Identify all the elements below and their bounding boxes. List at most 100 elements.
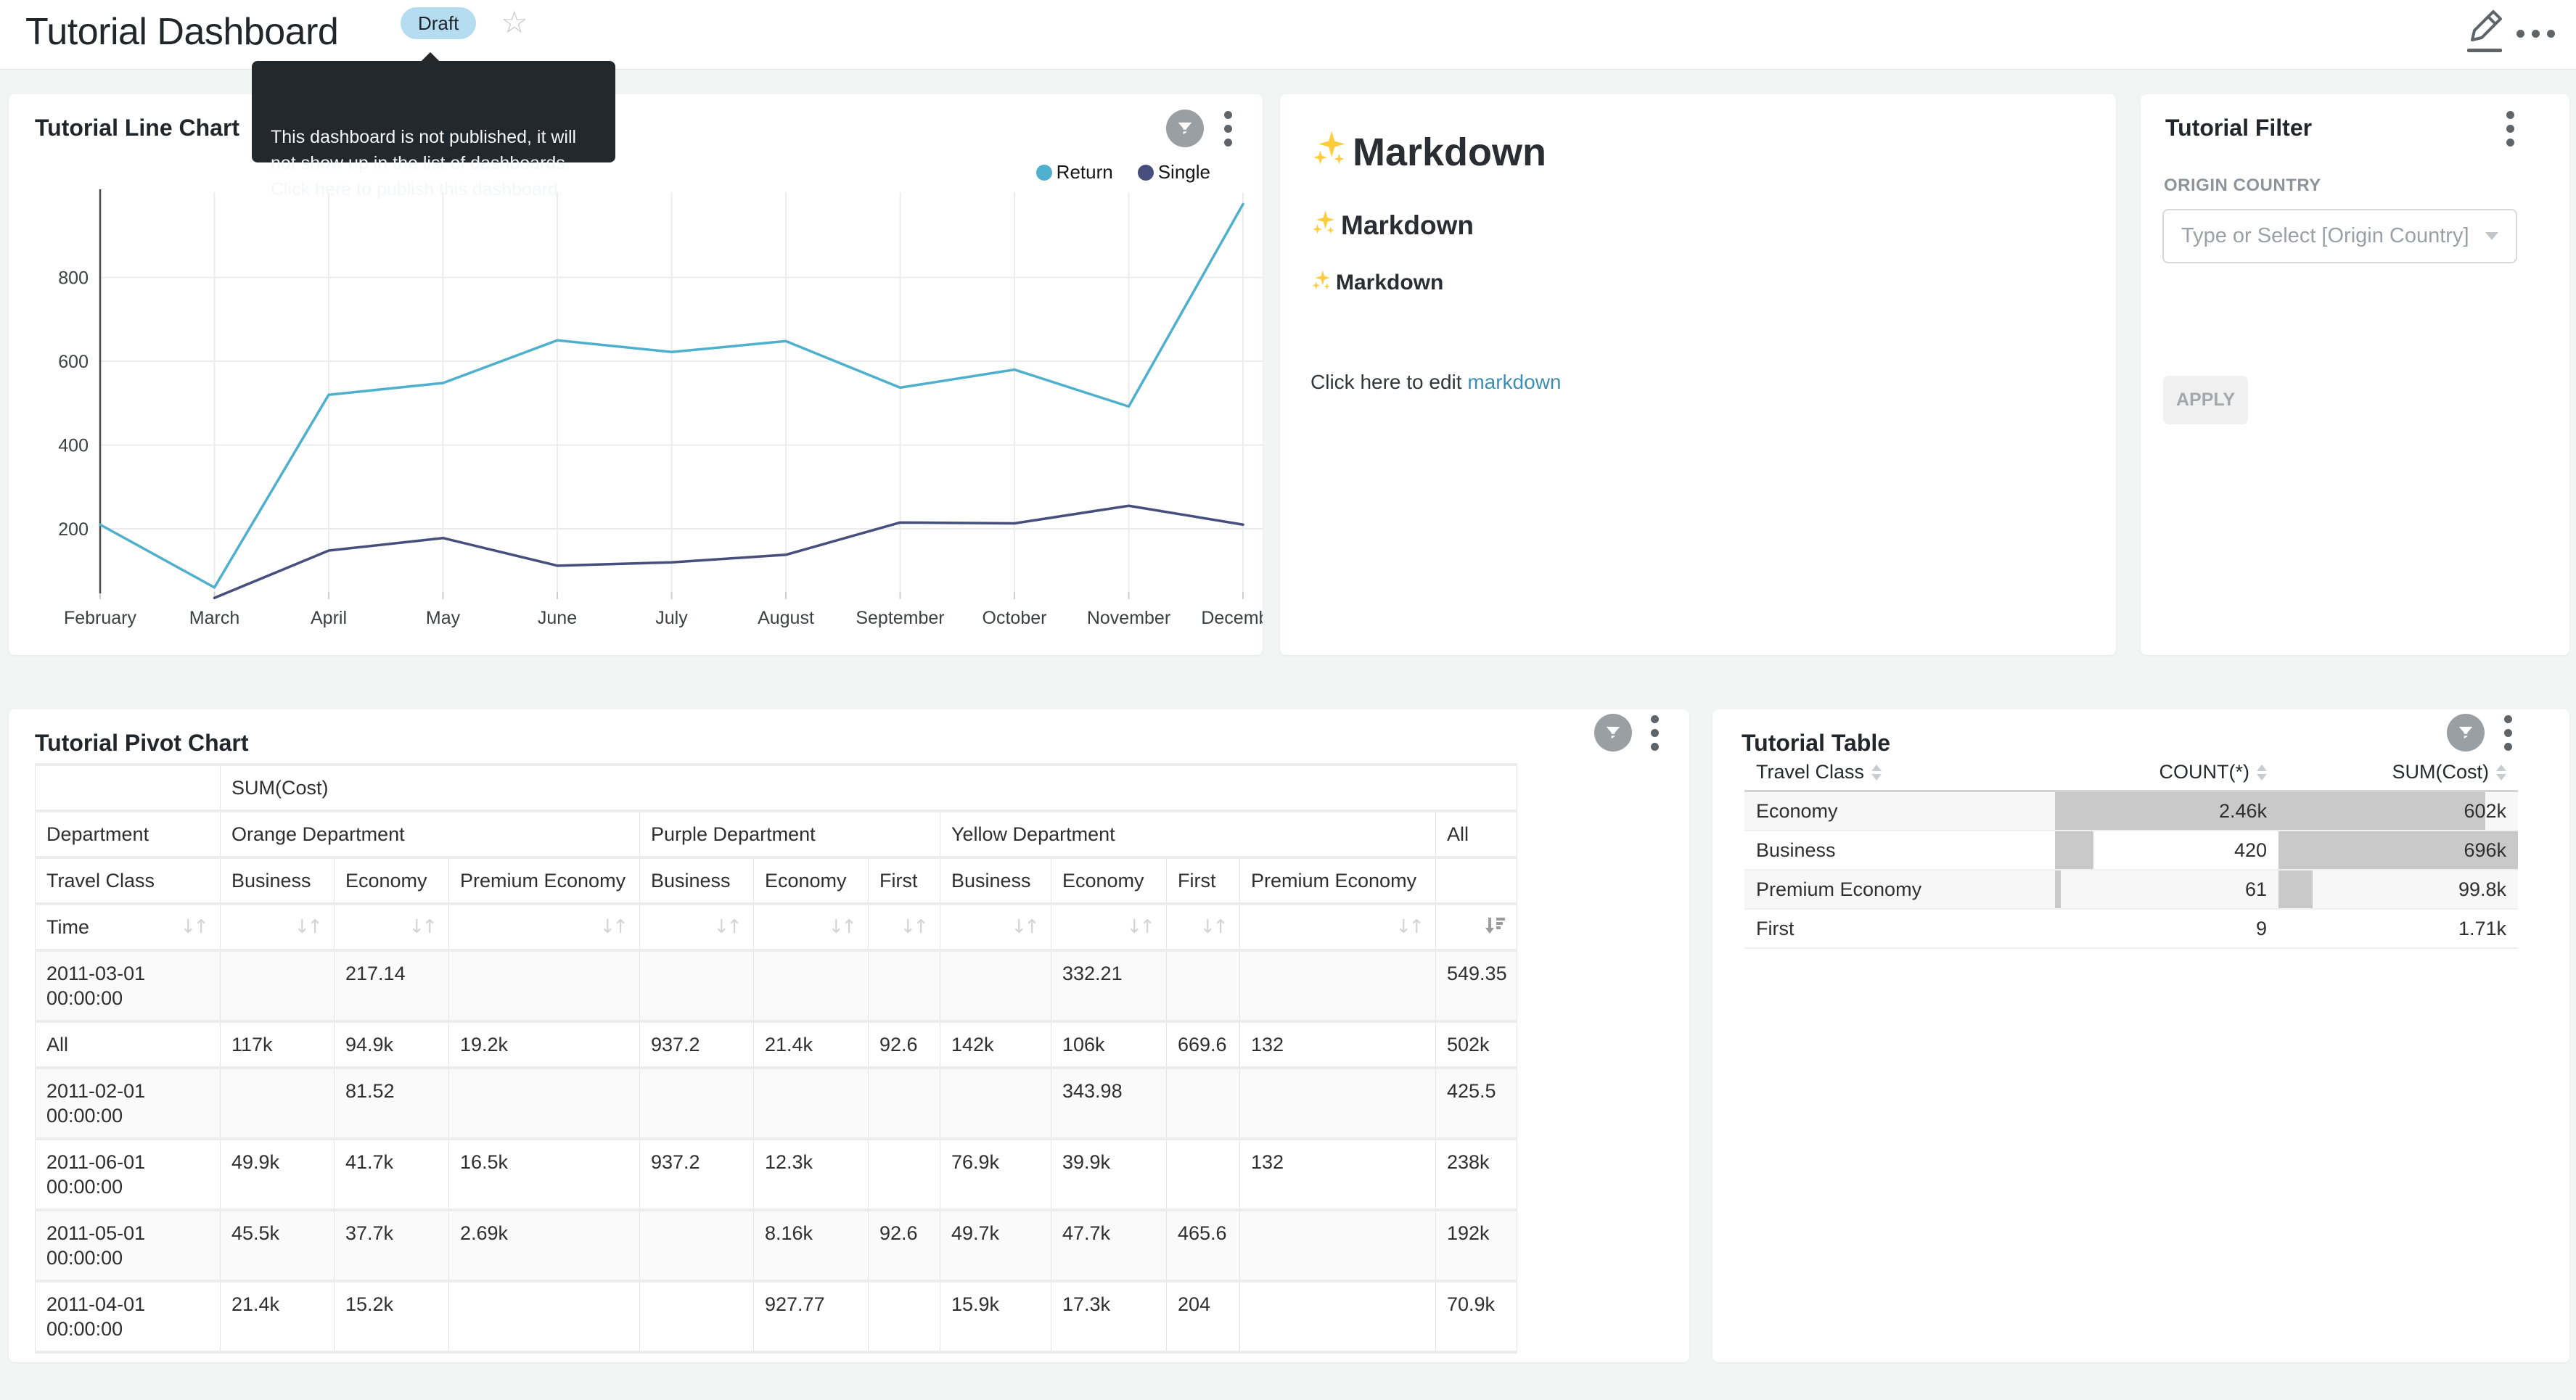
pivot-department-group-header: Orange Department (221, 811, 640, 857)
series-line-single[interactable] (215, 506, 1244, 598)
pivot-class-header: Premium Economy (1240, 857, 1436, 904)
pivot-row-key: 2011-06-01 00:00:00 (36, 1139, 221, 1210)
select-placeholder: Type or Select [Origin Country] (2181, 224, 2485, 248)
cell-value: Economy (1756, 800, 1838, 823)
sum-cell: 696k (2278, 831, 2518, 869)
pivot-data-row: 2011-03-01 00:00:00217.14332.21549.35 (36, 950, 1517, 1021)
pivot-value-cell: 15.2k (335, 1281, 449, 1352)
markdown-card[interactable]: Markdown Markdown Markdown Click here to… (1280, 94, 2116, 655)
pivot-department-label: Department (36, 811, 221, 857)
markdown-edit-link[interactable]: markdown (1467, 371, 1561, 393)
line-chart-plot[interactable]: 200400600800FebruaryMarchAprilMayJuneJul… (9, 94, 1263, 655)
x-axis-tick-label: May (426, 608, 461, 628)
sort-icon[interactable]: ↓↑ (1395, 915, 1424, 939)
sort-icon[interactable]: ↓↑ (828, 915, 857, 939)
sort-icon[interactable]: ↓↑ (900, 915, 929, 939)
pivot-sort-cell: ↓↑ (940, 904, 1051, 950)
cell-bar (2278, 870, 2313, 908)
travel-class-cell: Business (1744, 831, 2055, 869)
pivot-row-key: 2011-05-01 00:00:00 (36, 1210, 221, 1281)
pivot-class-header: Economy (754, 857, 869, 904)
chart-kebab-menu-icon[interactable] (1650, 712, 1659, 753)
filter-indicator-icon[interactable] (2447, 714, 2485, 752)
pivot-travel-class-label: Travel Class (36, 857, 221, 904)
cell-value: 61 (2245, 878, 2267, 901)
column-header-sum-cost[interactable]: SUM(Cost) (2278, 761, 2518, 783)
pivot-value-cell (449, 1068, 640, 1139)
pivot-value-cell: 15.9k (940, 1281, 1051, 1352)
filter-card: Tutorial Filter ORIGIN COUNTRY Type or S… (2141, 94, 2569, 655)
pivot-sort-cell: ↓↑ (449, 904, 640, 950)
pivot-department-group-header: All (1436, 811, 1517, 857)
travel-class-cell: First (1744, 910, 2055, 947)
origin-country-select[interactable]: Type or Select [Origin Country] (2162, 209, 2517, 263)
pivot-measure-header: SUM(Cost) (221, 765, 1517, 811)
sparkles-icon (1310, 208, 1338, 242)
x-axis-tick-label: April (311, 608, 347, 628)
pivot-value-cell: 142k (940, 1021, 1051, 1068)
table-row: Economy2.46k602k (1744, 792, 2518, 831)
sort-icon[interactable]: ↓↑ (180, 915, 209, 939)
draft-status-badge[interactable]: Draft (401, 7, 476, 39)
pivot-value-cell: 217.14 (335, 950, 449, 1021)
pivot-table: SUM(Cost)DepartmentOrange DepartmentPurp… (35, 763, 1517, 1354)
apply-button[interactable]: APPLY (2163, 376, 2248, 424)
pivot-value-cell: 132 (1240, 1139, 1436, 1210)
tooltip-text: This dashboard is not published, it will… (271, 127, 576, 199)
pivot-value-cell (449, 950, 640, 1021)
pivot-value-cell: 12.3k (754, 1139, 869, 1210)
pivot-value-cell (1167, 1139, 1240, 1210)
y-axis-tick-label: 600 (58, 352, 89, 372)
pivot-sort-cell: ↓↑ (1240, 904, 1436, 950)
sort-icon[interactable]: ↓↑ (713, 915, 742, 939)
cell-value: 602k (2464, 800, 2506, 823)
app-header: Tutorial Dashboard Draft ☆ (0, 0, 2576, 70)
sort-icon[interactable]: ↓↑ (1126, 915, 1155, 939)
table-header-row: Travel Class COUNT(*) SUM(Cost) (1744, 754, 2518, 792)
y-axis-tick-label: 200 (58, 519, 89, 540)
sort-icon[interactable]: ↓↑ (1199, 915, 1228, 939)
filter-kebab-menu-icon[interactable] (2506, 108, 2514, 149)
count-cell: 9 (2055, 910, 2278, 947)
column-header-count[interactable]: COUNT(*) (2055, 761, 2278, 783)
sum-cell: 602k (2278, 792, 2518, 830)
sort-icon[interactable]: ↓↑ (1011, 915, 1040, 939)
pivot-class-header: Business (221, 857, 335, 904)
pivot-corner-cell (36, 765, 221, 811)
pivot-sort-cell: Time↓↑ (36, 904, 221, 950)
pivot-row-key: 2011-03-01 00:00:00 (36, 950, 221, 1021)
pivot-value-cell (640, 950, 754, 1021)
sort-icon[interactable]: ↓↑ (599, 915, 628, 939)
pivot-value-cell (940, 1068, 1051, 1139)
favorite-star-icon[interactable]: ☆ (501, 4, 528, 40)
pivot-value-cell: 37.7k (335, 1210, 449, 1281)
sparkles-icon (1310, 268, 1333, 297)
pivot-sort-cell (1436, 904, 1517, 950)
pivot-class-header: First (1167, 857, 1240, 904)
edit-dashboard-button[interactable] (2466, 7, 2506, 52)
sort-icon[interactable]: ↓↑ (409, 915, 438, 939)
pivot-value-cell (869, 1139, 940, 1210)
pivot-value-cell (1240, 1281, 1436, 1352)
sort-desc-active-icon[interactable] (1484, 915, 1506, 936)
cell-value: 1.71k (2458, 918, 2506, 940)
pivot-data-row: 2011-06-01 00:00:0049.9k41.7k16.5k937.21… (36, 1139, 1517, 1210)
sort-icon[interactable]: ↓↑ (294, 915, 323, 939)
cell-value: 99.8k (2458, 878, 2506, 901)
markdown-heading-1: Markdown (1310, 128, 2085, 176)
table-body: Economy2.46k602kBusiness420696kPremium E… (1744, 792, 2518, 949)
pivot-class-header: Business (940, 857, 1051, 904)
x-axis-tick-label: December (1201, 608, 1263, 628)
pivot-value-cell (869, 950, 940, 1021)
chevron-down-icon (2485, 232, 2498, 240)
pivot-value-cell (221, 950, 335, 1021)
ellipsis-menu-icon[interactable] (2516, 26, 2563, 41)
chart-kebab-menu-icon[interactable] (2503, 712, 2512, 753)
pivot-value-cell: 21.4k (754, 1021, 869, 1068)
pivot-value-cell: 937.2 (640, 1021, 754, 1068)
pivot-value-cell (449, 1281, 640, 1352)
cell-value: 696k (2464, 839, 2506, 862)
column-header-label: COUNT(*) (2159, 761, 2249, 783)
filter-indicator-icon[interactable] (1594, 714, 1632, 752)
column-header-travel-class[interactable]: Travel Class (1744, 761, 2055, 783)
